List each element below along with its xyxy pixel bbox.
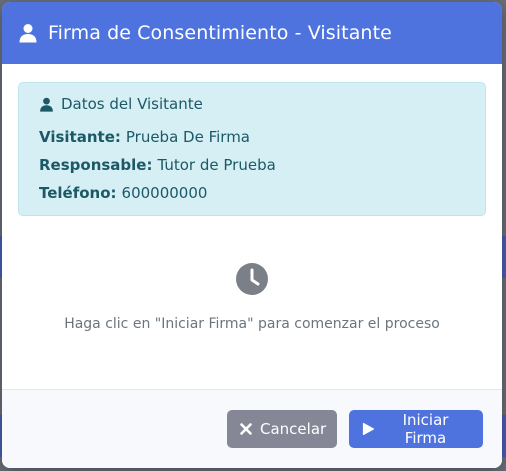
clock-icon [235, 262, 269, 296]
visitor-name-label: Visitante: [39, 128, 121, 146]
responsible-value: Tutor de Prueba [157, 156, 276, 174]
phone-value: 600000000 [121, 184, 208, 202]
modal-title: Firma de Consentimiento - Visitante [48, 22, 392, 44]
responsible-row: Responsable: Tutor de Prueba [39, 151, 465, 179]
signature-waiting-area: Haga clic en "Iniciar Firma" para comenz… [18, 262, 486, 332]
user-icon [39, 97, 54, 112]
waiting-message: Haga clic en "Iniciar Firma" para comenz… [64, 316, 440, 332]
phone-label: Teléfono: [39, 184, 117, 202]
cancel-button-label: Cancelar [260, 420, 327, 438]
start-signature-label: Iniciar Firma [402, 411, 449, 447]
modal-body: Datos del Visitante Visitante: Prueba De … [2, 64, 502, 332]
cancel-button[interactable]: Cancelar [227, 410, 337, 448]
visitor-name-row: Visitante: Prueba De Firma [39, 123, 465, 151]
modal-header: Firma de Consentimiento - Visitante [2, 2, 502, 64]
visitor-info-title: Datos del Visitante [61, 95, 203, 113]
visitor-info-heading: Datos del Visitante [39, 95, 465, 113]
visitor-info-box: Datos del Visitante Visitante: Prueba De … [18, 82, 486, 216]
consent-modal: Firma de Consentimiento - Visitante Dato… [2, 2, 502, 468]
modal-footer: Cancelar Iniciar Firma [2, 389, 502, 468]
start-signature-button[interactable]: Iniciar Firma [349, 410, 483, 448]
close-icon [239, 422, 253, 436]
visitor-name-value: Prueba De Firma [125, 128, 250, 146]
responsible-label: Responsable: [39, 156, 153, 174]
phone-row: Teléfono: 600000000 [39, 179, 465, 207]
user-icon [18, 23, 38, 43]
play-icon [361, 422, 375, 436]
